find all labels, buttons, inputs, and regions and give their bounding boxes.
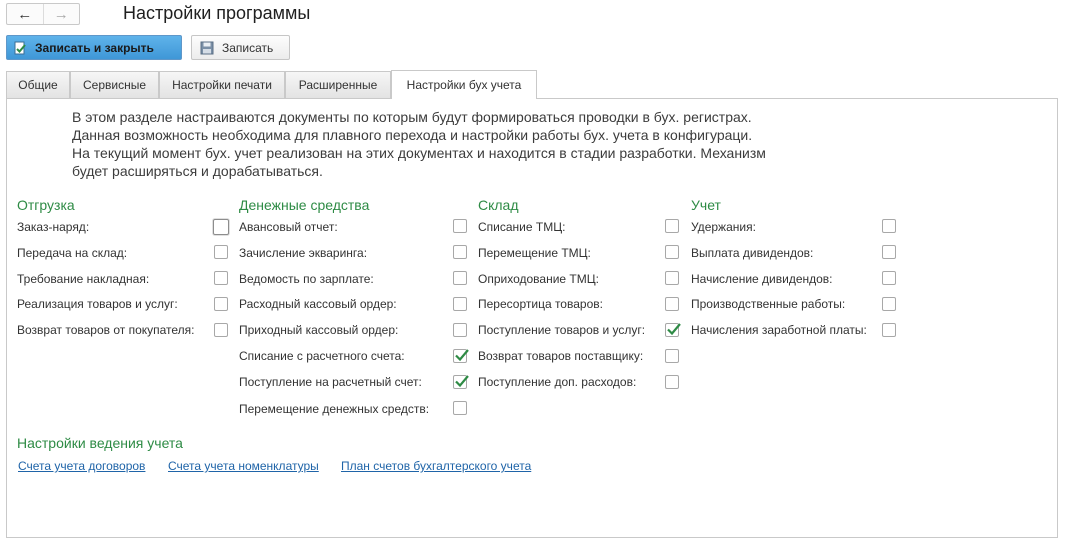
tab-general[interactable]: Общие — [6, 71, 70, 98]
check-mark-icon — [455, 349, 469, 362]
tab-label: Расширенные — [298, 78, 378, 92]
checkbox-inventory-transfer[interactable] — [665, 245, 679, 259]
section-title-shipment: Отгрузка — [17, 197, 75, 213]
checkbox-label: Поступление доп. расходов: — [478, 375, 637, 389]
checkbox-label: Требование накладная: — [17, 272, 150, 286]
checkbox-cash-expense-order[interactable] — [453, 297, 467, 311]
checkbox-label: Расходный кассовый ордер: — [239, 297, 397, 311]
checkbox-return-from-customer[interactable] — [214, 323, 228, 337]
checkbox-label: Зачисление экваринга: — [239, 246, 368, 260]
checkbox-label: Списание ТМЦ: — [478, 220, 566, 234]
checkbox-inventory-writeoff[interactable] — [665, 219, 679, 233]
save-and-close-label: Записать и закрыть — [35, 40, 154, 55]
checkbox-label: Авансовый отчет: — [239, 220, 338, 234]
checkbox-label: Поступление на расчетный счет: — [239, 375, 422, 389]
save-label: Записать — [222, 40, 274, 55]
description-line: будет расширяться и дорабатываться. — [72, 163, 323, 179]
checkbox-label: Реализация товаров и услуг: — [17, 297, 178, 311]
check-mark-icon — [455, 375, 469, 388]
tab-label: Настройки печати — [172, 78, 272, 92]
section-title-warehouse: Склад — [478, 197, 519, 213]
link-contract-accounts[interactable]: Счета учета договоров — [18, 459, 145, 473]
tab-print-settings[interactable]: Настройки печати — [159, 71, 285, 98]
checkbox-requisition-invoice[interactable] — [214, 271, 228, 285]
description-line: В этом разделе настраиваются документы п… — [72, 109, 752, 125]
back-arrow-icon[interactable]: ← — [7, 4, 44, 24]
save-button[interactable]: Записать — [191, 35, 290, 60]
floppy-disk-icon — [200, 41, 214, 55]
checkbox-advance-report[interactable] — [453, 219, 467, 233]
checkbox-label: Возврат товаров поставщику: — [478, 349, 644, 363]
tab-advanced[interactable]: Расширенные — [285, 71, 391, 98]
checkbox-return-to-supplier[interactable] — [665, 349, 679, 363]
link-chart-of-accounts[interactable]: План счетов бухгалтерского учета — [341, 459, 531, 473]
checkbox-bank-account-writeoff[interactable] — [453, 349, 469, 363]
tab-service[interactable]: Сервисные — [70, 71, 159, 98]
tab-label: Настройки бух учета — [406, 78, 522, 92]
page-title: Настройки программы — [123, 3, 311, 23]
checkbox-label: Выплата дивидендов: — [691, 246, 814, 260]
history-navigation: ← → — [6, 3, 80, 25]
checkbox-label: Производственные работы: — [691, 297, 846, 311]
section-title-accounting: Учет — [691, 197, 721, 213]
checkbox-additional-expenses[interactable] — [665, 375, 679, 389]
section-title-accounting-settings: Настройки ведения учета — [17, 435, 183, 451]
checkbox-label: Пересортица товаров: — [478, 297, 603, 311]
checkbox-label: Поступление товаров и услуг: — [478, 323, 646, 337]
checkbox-dividend-payment[interactable] — [882, 245, 896, 259]
checkbox-bank-account-receipt[interactable] — [453, 375, 469, 389]
checkbox-label: Перемещение денежных средств: — [239, 402, 430, 416]
checkbox-label: Возврат товаров от покупателя: — [17, 323, 195, 337]
checkbox-work-order[interactable] — [213, 219, 229, 235]
check-mark-icon — [667, 323, 681, 336]
checkbox-dividend-accrual[interactable] — [882, 271, 896, 285]
tab-accounting-settings[interactable]: Настройки бух учета — [391, 70, 537, 99]
checkbox-label: Оприходование ТМЦ: — [478, 272, 599, 286]
save-and-close-button[interactable]: Записать и закрыть — [6, 35, 182, 60]
description-line: Данная возможность необходима для плавно… — [72, 127, 753, 143]
tab-label: Сервисные — [82, 78, 147, 92]
link-nomenclature-accounts[interactable]: Счета учета номенклатуры — [168, 459, 319, 473]
section-title-cash: Денежные средства — [239, 197, 370, 213]
description-line: На текущий момент бух. учет реализован н… — [72, 145, 766, 161]
checkbox-label: Передача на склад: — [17, 246, 128, 260]
checkbox-label: Начисление дивидендов: — [691, 272, 833, 286]
checkbox-production-works[interactable] — [882, 297, 896, 311]
checkbox-payroll-statement[interactable] — [453, 271, 467, 285]
checkbox-cash-transfer[interactable] — [453, 401, 467, 415]
checkbox-label: Списание с расчетного счета: — [239, 349, 405, 363]
checkbox-cash-receipt-order[interactable] — [453, 323, 467, 337]
forward-arrow-icon[interactable]: → — [44, 4, 80, 24]
checkbox-label: Перемещение ТМЦ: — [478, 246, 591, 260]
document-check-icon — [13, 41, 27, 55]
checkbox-label: Приходный кассовый ордер: — [239, 323, 399, 337]
tab-label: Общие — [18, 78, 58, 92]
checkbox-goods-regrading[interactable] — [665, 297, 679, 311]
checkbox-acquiring-credit[interactable] — [453, 245, 467, 259]
checkbox-deductions[interactable] — [882, 219, 896, 233]
checkbox-sales-goods-services[interactable] — [214, 297, 228, 311]
checkbox-goods-services-receipt[interactable] — [665, 323, 681, 337]
checkbox-salary-accrual[interactable] — [882, 323, 896, 337]
checkbox-transfer-to-warehouse[interactable] — [214, 245, 228, 259]
checkbox-label: Заказ-наряд: — [17, 220, 90, 234]
checkbox-label: Удержания: — [691, 220, 756, 234]
checkbox-inventory-capitalization[interactable] — [665, 271, 679, 285]
checkbox-label: Ведомость по зарплате: — [239, 272, 374, 286]
checkbox-label: Начисления заработной платы: — [691, 323, 867, 337]
